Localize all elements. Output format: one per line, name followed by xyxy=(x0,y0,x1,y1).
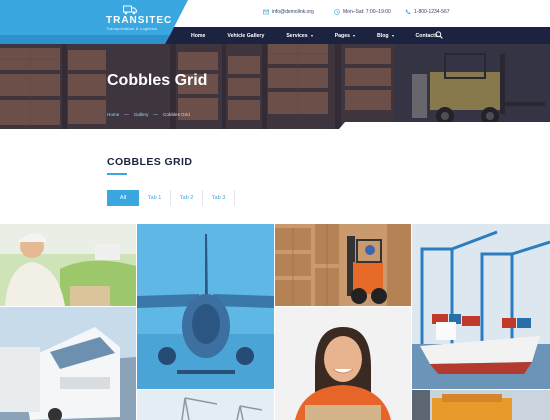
title-underline xyxy=(107,173,127,175)
nav-item-home[interactable]: Home xyxy=(180,27,216,44)
nav-item-blog[interactable]: Blog xyxy=(366,27,405,44)
courier-image xyxy=(0,224,136,306)
tab-all[interactable]: All xyxy=(107,190,139,206)
hero-bottom-cut xyxy=(339,122,550,129)
tab-1[interactable]: Tab 1 xyxy=(139,190,171,206)
airplane-image xyxy=(137,224,274,389)
contact-email[interactable]: info@demolink.org xyxy=(263,9,314,15)
gallery-item-woman[interactable] xyxy=(275,307,411,420)
logo[interactable]: TRANSITEC Transportation & Logistics xyxy=(0,0,190,44)
truck-cab-image xyxy=(412,390,550,420)
nav-item-label: Home xyxy=(191,32,206,39)
tab-2[interactable]: Tab 2 xyxy=(171,190,203,206)
hero-banner: Cobbles Grid Home — Gallery — Cobbles Gr… xyxy=(0,44,550,129)
gallery-item-trucks[interactable] xyxy=(0,307,136,420)
nav-item-pages[interactable]: Pages xyxy=(324,27,366,44)
gallery-item-courier[interactable] xyxy=(0,224,136,306)
nav-item-label: Blog xyxy=(377,32,389,39)
brand-subtitle: Transportation & Logistics xyxy=(106,26,158,31)
search-icon[interactable] xyxy=(435,31,443,39)
chevron-down-icon xyxy=(310,34,313,37)
cargo-port-image xyxy=(412,224,550,389)
clock-icon xyxy=(334,9,340,15)
chevron-down-icon xyxy=(353,34,355,37)
woman-image xyxy=(275,307,411,420)
forklift-image xyxy=(275,224,411,306)
tab-3[interactable]: Tab 3 xyxy=(203,190,235,206)
chevron-down-icon xyxy=(391,34,394,37)
contact-phone-text: 1-800-1234-567 xyxy=(414,9,450,15)
nav-item-label: Vehicle Gallery xyxy=(227,32,265,39)
phone-icon xyxy=(405,9,411,15)
trucks-image xyxy=(0,307,136,420)
nav-item-label: Pages xyxy=(334,32,350,39)
gallery-item-cargo-port[interactable] xyxy=(412,224,550,389)
brand-title: TRANSITEC xyxy=(106,15,173,26)
contact-hours: Mon–Sat: 7:00–19:00 xyxy=(334,9,391,15)
gallery-item-truck-cab[interactable] xyxy=(412,390,550,420)
gallery-item-forklift[interactable] xyxy=(275,224,411,306)
truck-icon xyxy=(123,5,137,15)
filter-tabs: All Tab 1 Tab 2 Tab 3 xyxy=(107,190,235,206)
mail-icon xyxy=(263,9,269,15)
gallery-item-airplane[interactable] xyxy=(137,224,274,389)
gallery-grid xyxy=(0,224,550,420)
gallery-item-cranes[interactable] xyxy=(137,390,274,420)
contact-phone[interactable]: 1-800-1234-567 xyxy=(405,9,450,15)
cranes-image xyxy=(137,390,274,420)
nav-item-vehicle-gallery[interactable]: Vehicle Gallery xyxy=(216,27,275,44)
main-navigation: Home Vehicle Gallery Services Pages Blog… xyxy=(180,27,449,44)
contact-email-text: info@demolink.org xyxy=(272,9,314,15)
section-title: COBBLES GRID xyxy=(107,156,193,168)
nav-item-services[interactable]: Services xyxy=(275,27,323,44)
contact-hours-text: Mon–Sat: 7:00–19:00 xyxy=(343,9,391,15)
nav-item-label: Services xyxy=(286,32,308,39)
